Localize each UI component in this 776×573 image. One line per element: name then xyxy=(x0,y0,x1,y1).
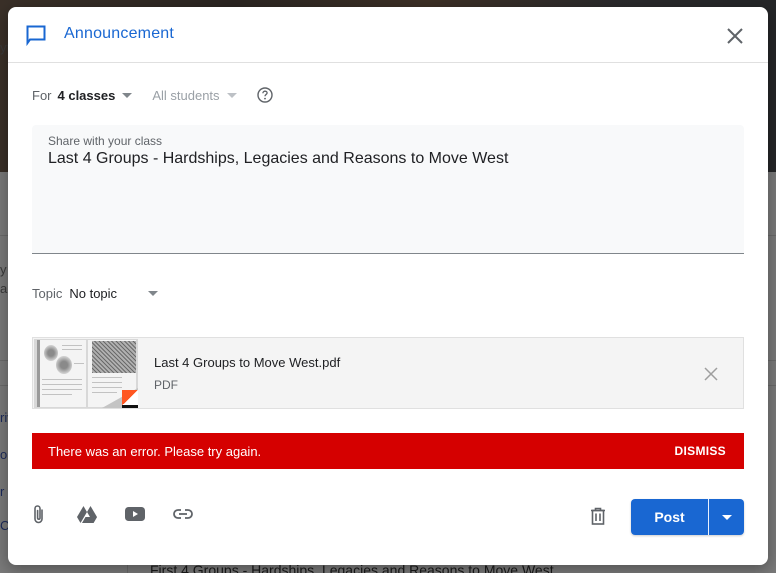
error-message: There was an error. Please try again. xyxy=(48,444,262,459)
dismiss-button[interactable]: DISMISS xyxy=(675,444,726,458)
for-label: For xyxy=(32,87,52,103)
background-text-fragment: r xyxy=(0,484,5,499)
students-value: All students xyxy=(152,87,220,103)
chevron-down-icon xyxy=(148,291,159,296)
google-drive-icon[interactable] xyxy=(76,503,98,525)
classes-dropdown[interactable]: 4 classes xyxy=(58,88,133,103)
youtube-icon[interactable] xyxy=(124,503,146,525)
topic-value: No topic xyxy=(69,286,118,301)
topic-label: Topic xyxy=(32,286,63,301)
announcement-dialog: Announcement For 4 classes All students … xyxy=(8,7,768,565)
announcement-text-field[interactable]: Share with your class Last 4 Groups - Ha… xyxy=(32,125,744,254)
background-text-fragment: y xyxy=(0,262,7,277)
chevron-down-icon xyxy=(721,514,732,520)
trash-icon[interactable] xyxy=(588,506,608,526)
dialog-title: Announcement xyxy=(64,25,175,42)
classes-value: 4 classes xyxy=(57,87,116,103)
chevron-down-icon xyxy=(226,92,237,98)
remove-attachment-icon[interactable] xyxy=(703,366,719,382)
attachment-card[interactable]: Last 4 Groups to Move West.pdf PDF xyxy=(32,337,744,409)
text-field-label: Share with your class xyxy=(48,134,163,148)
help-icon[interactable] xyxy=(256,87,273,103)
pdf-thumbnail xyxy=(34,339,138,408)
post-button[interactable]: Post xyxy=(631,499,709,535)
chevron-down-icon xyxy=(122,92,133,98)
post-button-group: Post xyxy=(631,499,744,535)
students-dropdown[interactable]: All students xyxy=(152,87,237,103)
pdf-corner-icon xyxy=(122,390,138,405)
dialog-header: Announcement xyxy=(8,7,768,63)
close-icon[interactable] xyxy=(724,25,746,47)
attachment-name[interactable]: Last 4 Groups to Move West.pdf xyxy=(154,355,340,370)
error-snackbar: There was an error. Please try again. DI… xyxy=(32,433,744,469)
topic-dropdown[interactable]: Topic No topic xyxy=(32,286,159,301)
attachment-type: PDF xyxy=(154,378,178,392)
announcement-icon xyxy=(26,25,46,46)
attach-file-icon[interactable] xyxy=(28,503,50,525)
text-field-value[interactable]: Last 4 Groups - Hardships, Legacies and … xyxy=(48,150,508,168)
link-icon[interactable] xyxy=(172,503,194,525)
audience-row: For 4 classes All students xyxy=(32,85,273,105)
post-options-button[interactable] xyxy=(709,499,744,535)
